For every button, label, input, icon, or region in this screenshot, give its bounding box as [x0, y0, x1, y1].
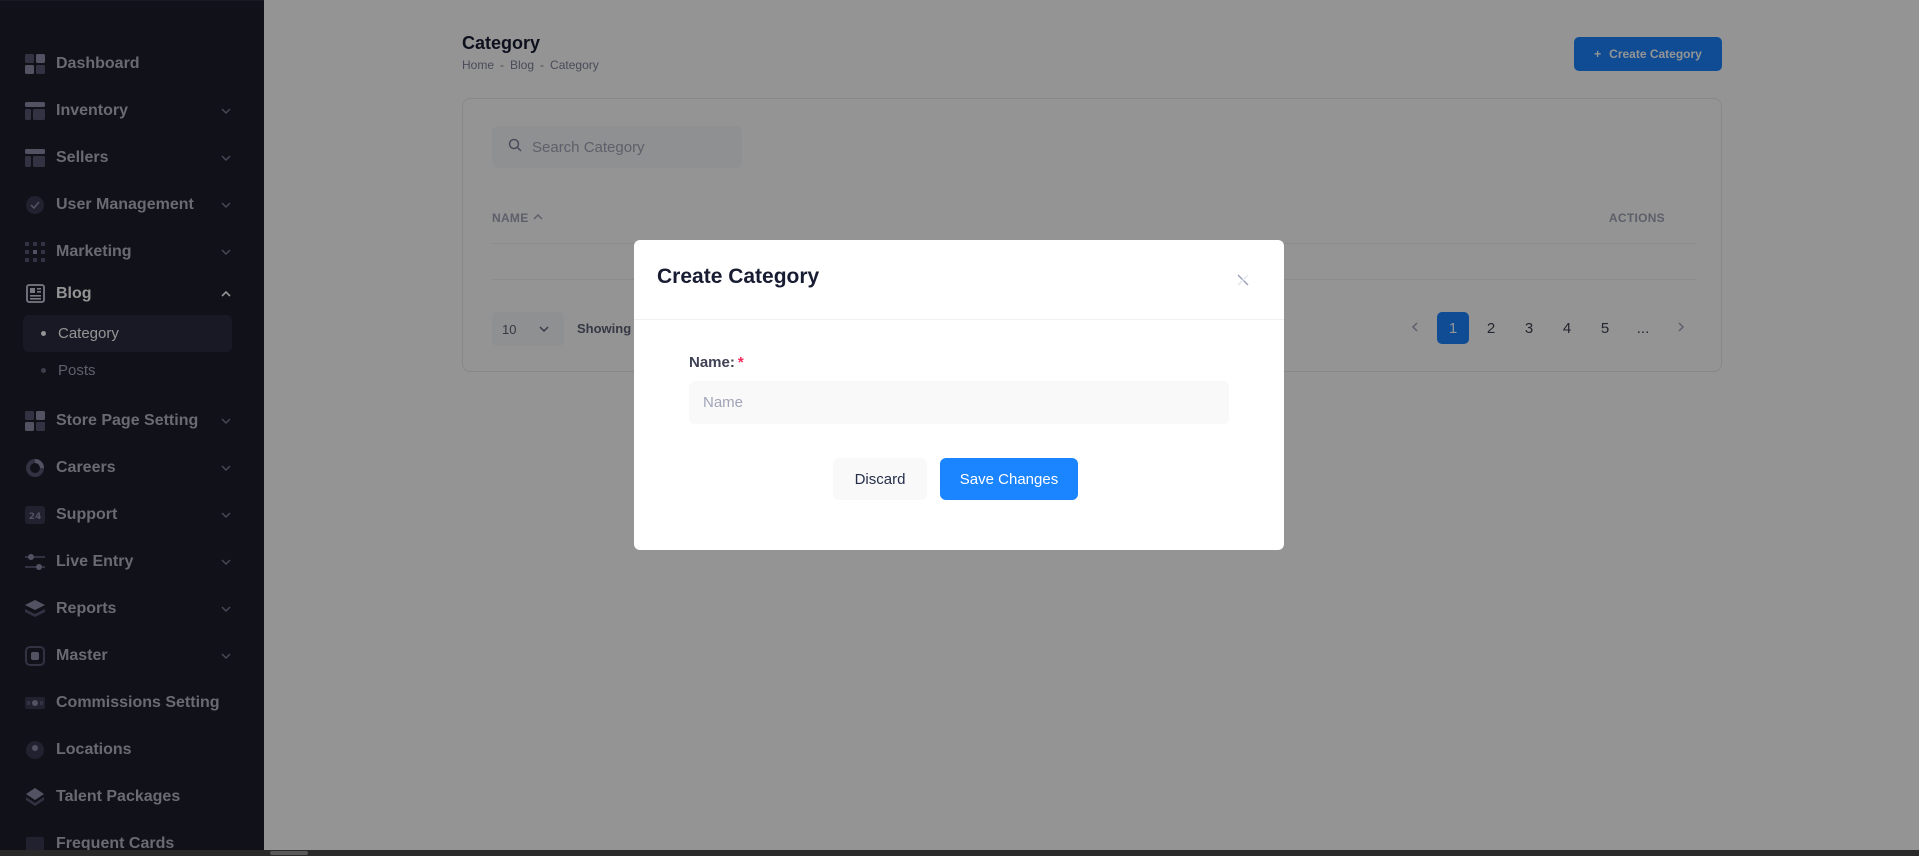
name-input[interactable]: [689, 381, 1229, 424]
name-field-label: Name: *: [689, 354, 744, 371]
discard-button[interactable]: Discard: [833, 458, 927, 500]
required-mark: *: [737, 354, 744, 371]
app-root: Dashboard Inventory Sellers User Managem…: [0, 0, 1919, 856]
modal-title: Create Category: [657, 265, 820, 288]
create-category-modal: Create Category Name:* Discard Save Chan…: [634, 240, 1284, 550]
name-field-label-text: Name:: [689, 354, 735, 371]
scrollbar-thumb[interactable]: [270, 851, 308, 855]
save-changes-button[interactable]: Save Changes: [940, 458, 1078, 500]
modal-header: Create Category: [634, 240, 1284, 320]
close-icon[interactable]: [1235, 272, 1251, 288]
